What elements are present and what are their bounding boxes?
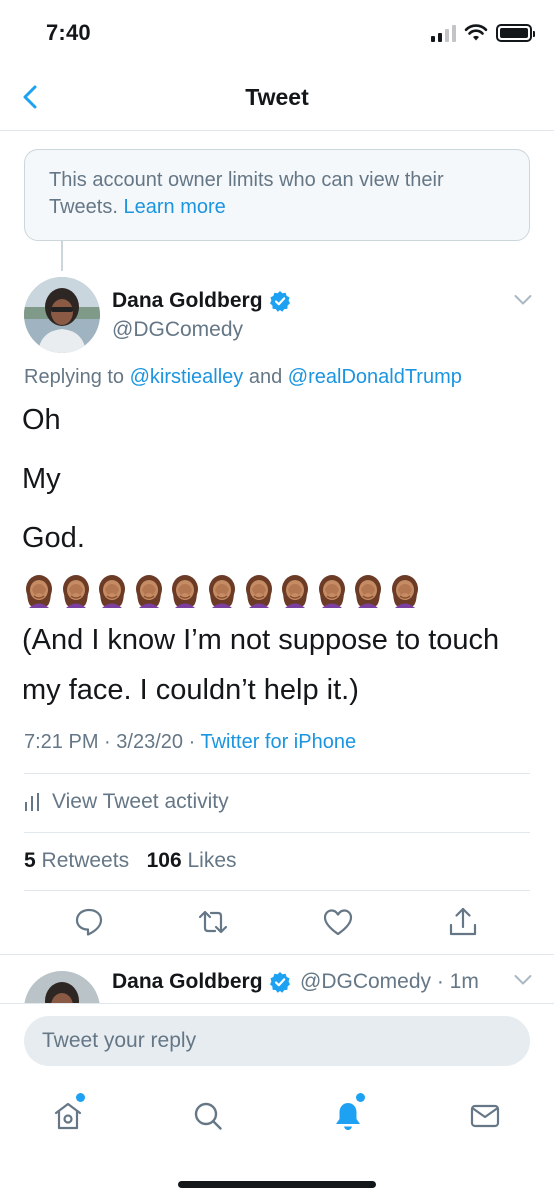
- tweet-text-line: (And I know I’m not suppose to touch: [22, 624, 500, 656]
- woman-facepalming-emoji: [62, 575, 89, 608]
- chevron-down-icon[interactable]: [514, 974, 532, 986]
- tweet-action-bar: [0, 906, 554, 954]
- author-name[interactable]: Dana Goldberg: [112, 289, 291, 313]
- divider: [24, 773, 530, 774]
- tweet-date: 3/23/20: [116, 731, 184, 753]
- divider: [24, 832, 530, 833]
- woman-facepalming-emoji: [391, 575, 418, 608]
- share-button[interactable]: [447, 906, 479, 938]
- learn-more-link[interactable]: Learn more: [123, 196, 225, 218]
- tweet-source-link[interactable]: Twitter for iPhone: [200, 731, 356, 753]
- woman-facepalming-emoji: [99, 575, 126, 608]
- engagement-stats: 5 Retweets 106 Likes: [24, 849, 237, 873]
- limited-view-notice: This account owner limits who can view t…: [24, 149, 530, 241]
- page-title: Tweet: [245, 84, 309, 110]
- author-handle[interactable]: @DGComedy: [112, 318, 243, 342]
- thread-connector-line: [61, 241, 63, 271]
- like-button[interactable]: [322, 906, 354, 938]
- woman-facepalming-emoji: [172, 575, 199, 608]
- reply-button[interactable]: [73, 906, 105, 938]
- tweet-text-line: my face. I couldn’t help it.): [22, 674, 359, 706]
- woman-facepalming-emoji: [135, 575, 162, 608]
- tweet-time: 7:21 PM: [24, 731, 99, 753]
- retweets-stat[interactable]: 5 Retweets: [24, 849, 129, 872]
- divider: [24, 890, 530, 891]
- woman-facepalming-emoji: [318, 575, 345, 608]
- woman-facepalming-emoji: [355, 575, 382, 608]
- status-bar: 7:40: [0, 0, 554, 64]
- compose-bar: [0, 1003, 554, 1079]
- woman-facepalming-emoji: [26, 575, 52, 608]
- mail-icon: [470, 1104, 500, 1128]
- woman-facepalming-emoji: [245, 575, 272, 608]
- woman-facepalming-emoji: [208, 575, 235, 608]
- reply-input[interactable]: [24, 1016, 530, 1066]
- cellular-signal-icon: [431, 24, 456, 42]
- verified-badge-icon: [269, 291, 290, 312]
- next-tweet-author-name[interactable]: Dana Goldberg: [112, 970, 291, 994]
- status-icons: [431, 24, 535, 42]
- woman-facepalming-emoji: [282, 575, 309, 608]
- likes-stat[interactable]: 106 Likes: [147, 849, 237, 872]
- retweet-button[interactable]: [197, 906, 229, 938]
- home-badge-dot: [76, 1093, 85, 1102]
- notifications-badge-dot: [356, 1093, 365, 1102]
- tweet-text-line: God.: [22, 522, 85, 554]
- home-indicator: [178, 1181, 376, 1188]
- verified-badge-icon: [269, 972, 290, 993]
- share-icon: [449, 907, 477, 936]
- battery-icon: [496, 24, 535, 42]
- home-icon: [54, 1102, 82, 1130]
- tab-notifications[interactable]: [326, 1093, 370, 1138]
- next-tweet-avatar[interactable]: [24, 971, 100, 1003]
- reply-icon: [75, 908, 103, 936]
- analytics-icon: [25, 793, 39, 811]
- wifi-icon: [464, 24, 488, 41]
- nav-bar: Tweet: [0, 64, 554, 131]
- tab-search[interactable]: [186, 1094, 230, 1138]
- status-time: 7:40: [46, 20, 91, 45]
- search-icon: [194, 1102, 222, 1130]
- heart-icon: [323, 909, 353, 936]
- bell-icon: [336, 1103, 360, 1130]
- tweet-meta: 7:21 PM · 3/23/20 · Twitter for iPhone: [24, 731, 357, 753]
- replying-to: Replying to @kirstiealley and @realDonal…: [24, 366, 462, 388]
- emoji-row: [22, 574, 422, 608]
- mention-link[interactable]: @realDonaldTrump: [288, 366, 462, 388]
- notice-text: This account owner limits who can view t…: [49, 169, 444, 218]
- mention-link[interactable]: @kirstiealley: [130, 366, 244, 388]
- next-tweet-handle: @DGComedy · 1m: [300, 970, 479, 993]
- retweet-icon: [198, 910, 228, 934]
- tab-messages[interactable]: [463, 1094, 507, 1138]
- tweet-text-line: Oh: [22, 404, 61, 436]
- view-tweet-activity[interactable]: View Tweet activity: [24, 790, 229, 814]
- author-avatar[interactable]: [24, 277, 100, 353]
- tweet-text-line: My: [22, 463, 61, 495]
- next-tweet[interactable]: Dana Goldberg @DGComedy · 1m: [0, 955, 554, 1003]
- chevron-down-icon[interactable]: [514, 294, 532, 306]
- tab-home[interactable]: [46, 1093, 90, 1138]
